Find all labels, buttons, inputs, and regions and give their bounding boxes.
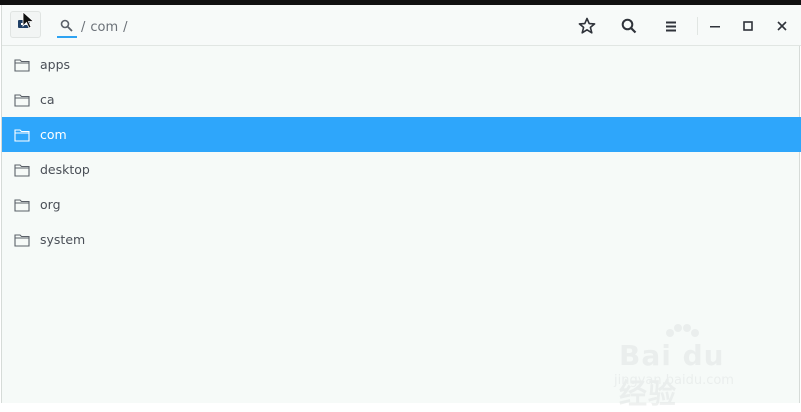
list-item-selected[interactable]: com (2, 117, 801, 152)
folder-label: desktop (40, 162, 90, 177)
star-icon[interactable] (578, 17, 596, 35)
folder-label: ca (40, 92, 55, 107)
breadcrumb-separator: / (81, 19, 86, 35)
watermark-url: jingyan.baidu.com (614, 373, 734, 388)
search-icon[interactable] (620, 17, 638, 35)
folder-label: com (40, 127, 67, 142)
list-item[interactable]: org (2, 187, 801, 222)
list-item[interactable]: desktop (2, 152, 801, 187)
breadcrumb-item-com[interactable]: com (90, 20, 118, 35)
folder-icon (14, 164, 30, 177)
folder-icon (14, 129, 30, 142)
file-manager-window: / com / apps ca com desktop org system B… (1, 5, 801, 410)
breadcrumb-separator: / (123, 19, 128, 35)
list-item[interactable]: ca (2, 82, 801, 117)
folder-label: apps (40, 57, 71, 72)
list-item[interactable]: system (2, 222, 801, 257)
menu-icon[interactable] (662, 17, 680, 35)
header-divider (697, 17, 698, 35)
folder-list: apps ca com desktop org system (2, 47, 801, 257)
folder-label: system (40, 232, 86, 247)
mouse-cursor-icon (22, 11, 35, 29)
list-item[interactable]: apps (2, 47, 801, 82)
minimize-icon[interactable] (706, 17, 724, 35)
folder-icon (14, 94, 30, 107)
watermark: Bai du 经验 jingyan.baidu.com (614, 323, 764, 410)
close-icon[interactable] (773, 17, 791, 35)
maximize-icon[interactable] (739, 17, 757, 35)
folder-icon (14, 234, 30, 247)
folder-icon (14, 199, 30, 212)
home-icon[interactable] (57, 16, 77, 38)
header-bar: / com / (2, 5, 801, 46)
folder-label: org (40, 197, 61, 212)
breadcrumb: / com / (57, 15, 128, 39)
folder-icon (14, 59, 30, 72)
